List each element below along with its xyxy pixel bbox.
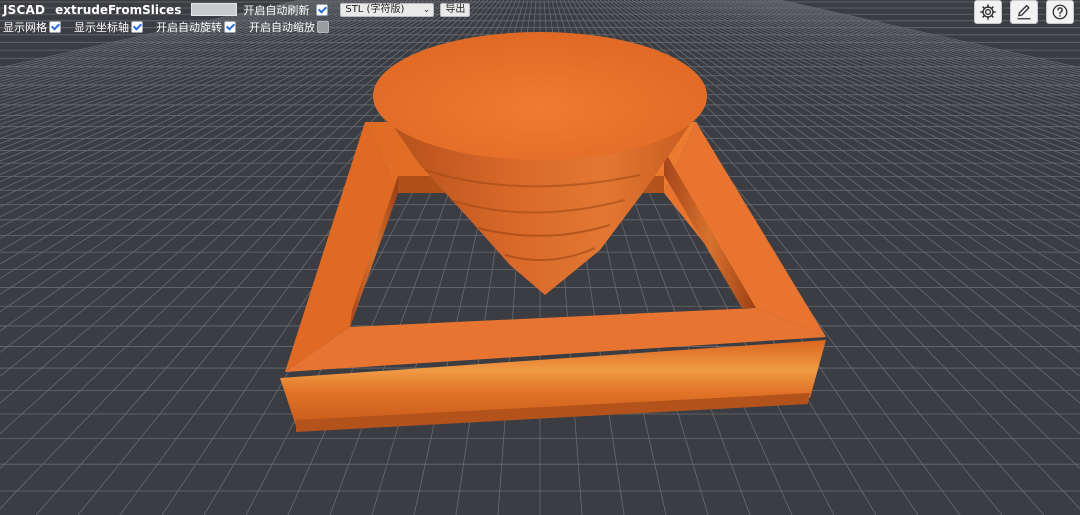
auto-refresh-checkbox[interactable] <box>316 3 329 16</box>
help-button[interactable] <box>1046 0 1074 24</box>
render-canvas[interactable] <box>0 0 1080 515</box>
top-toolbar: JSCAD extrudeFromSlices 开启自动刷新 STL (字符版)… <box>3 1 471 18</box>
settings-button[interactable] <box>974 0 1002 24</box>
format-select-value: STL (字符版) <box>345 3 405 15</box>
auto-zoom-checkbox[interactable] <box>317 21 329 33</box>
question-icon <box>1052 4 1068 20</box>
edit-button[interactable] <box>1010 0 1038 24</box>
show-grid-label: 显示网格 <box>3 21 47 34</box>
chevron-down-icon: ⌄ <box>422 4 431 15</box>
show-axes-checkbox[interactable] <box>131 21 143 33</box>
gear-icon <box>980 4 996 20</box>
pencil-icon <box>1017 4 1031 20</box>
auto-rotate-label: 开启自动旋转 <box>156 21 222 34</box>
cone-model <box>373 32 707 295</box>
brand-label: JSCAD <box>3 2 46 17</box>
auto-zoom-label: 开启自动缩放 <box>249 21 315 34</box>
option-show-grid[interactable]: 显示网格 <box>3 19 61 35</box>
parameter-box[interactable] <box>191 3 238 16</box>
view-options: 显示网格 显示坐标轴 开启自动旋转 开启自动缩放 <box>3 20 342 34</box>
option-auto-rotate[interactable]: 开启自动旋转 <box>156 19 236 35</box>
format-select[interactable]: STL (字符版) ⌄ <box>340 2 435 17</box>
option-auto-zoom[interactable]: 开启自动缩放 <box>249 19 329 35</box>
auto-refresh-label: 开启自动刷新 <box>243 3 310 17</box>
auto-rotate-checkbox[interactable] <box>224 21 236 33</box>
3d-viewport[interactable] <box>0 0 1080 515</box>
option-show-axes[interactable]: 显示坐标轴 <box>74 19 143 35</box>
show-grid-checkbox[interactable] <box>49 21 61 33</box>
design-name: extrudeFromSlices <box>55 2 182 17</box>
export-button[interactable]: 导出 <box>440 2 471 17</box>
show-axes-label: 显示坐标轴 <box>74 21 129 34</box>
